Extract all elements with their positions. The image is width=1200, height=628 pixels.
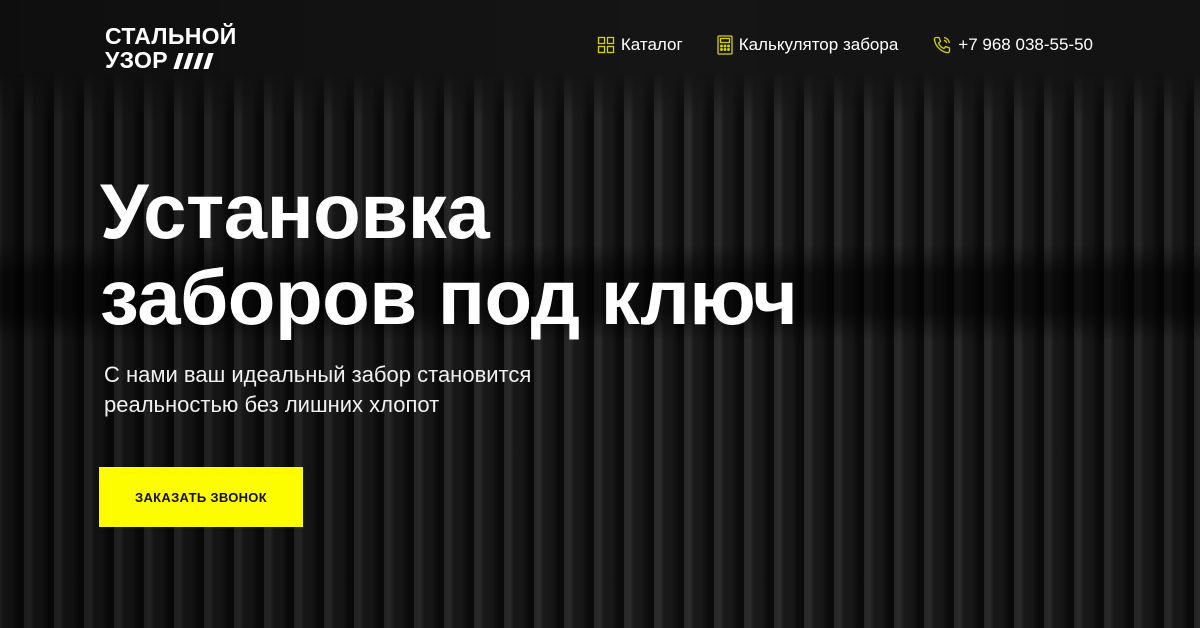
nav-phone-label: +7 968 038-55-50 bbox=[958, 35, 1093, 54]
calculator-icon bbox=[717, 35, 733, 55]
logo[interactable]: СТАЛЬНОЙ УЗОР bbox=[105, 24, 237, 72]
site-header: СТАЛЬНОЙ УЗОР Каталог Калькулятор забора… bbox=[0, 0, 1200, 95]
nav-phone[interactable]: +7 968 038-55-50 bbox=[932, 35, 1093, 55]
hero-title-line1: Установка bbox=[100, 167, 490, 255]
nav-catalog[interactable]: Каталог bbox=[597, 35, 683, 55]
nav-catalog-label: Каталог bbox=[620, 35, 683, 54]
order-call-button[interactable]: ЗАКАЗАТЬ ЗВОНОК bbox=[99, 467, 303, 527]
hero-subtitle: С нами ваш идеальный забор становится ре… bbox=[104, 360, 664, 420]
main-nav: Каталог Калькулятор забора +7 968 038-55… bbox=[597, 35, 1093, 55]
hero-subtitle-line1: С нами ваш идеальный забор становится bbox=[104, 362, 532, 387]
hero-title-line2: заборов под ключ bbox=[100, 253, 798, 341]
phone-icon bbox=[934, 36, 951, 54]
logo-line1: СТАЛЬНОЙ bbox=[105, 23, 237, 49]
hero-title: Установка заборов под ключ bbox=[100, 167, 798, 341]
grid-icon bbox=[597, 36, 615, 54]
nav-calculator[interactable]: Калькулятор забора bbox=[717, 35, 899, 55]
logo-line2-wrap: УЗОР bbox=[105, 48, 237, 72]
logo-line2: УЗОР bbox=[105, 47, 168, 73]
nav-calculator-label: Калькулятор забора bbox=[738, 35, 899, 54]
hero-subtitle-line2: реальностью без лишних хлопот bbox=[104, 392, 440, 417]
logo-stripes-icon bbox=[173, 53, 214, 69]
